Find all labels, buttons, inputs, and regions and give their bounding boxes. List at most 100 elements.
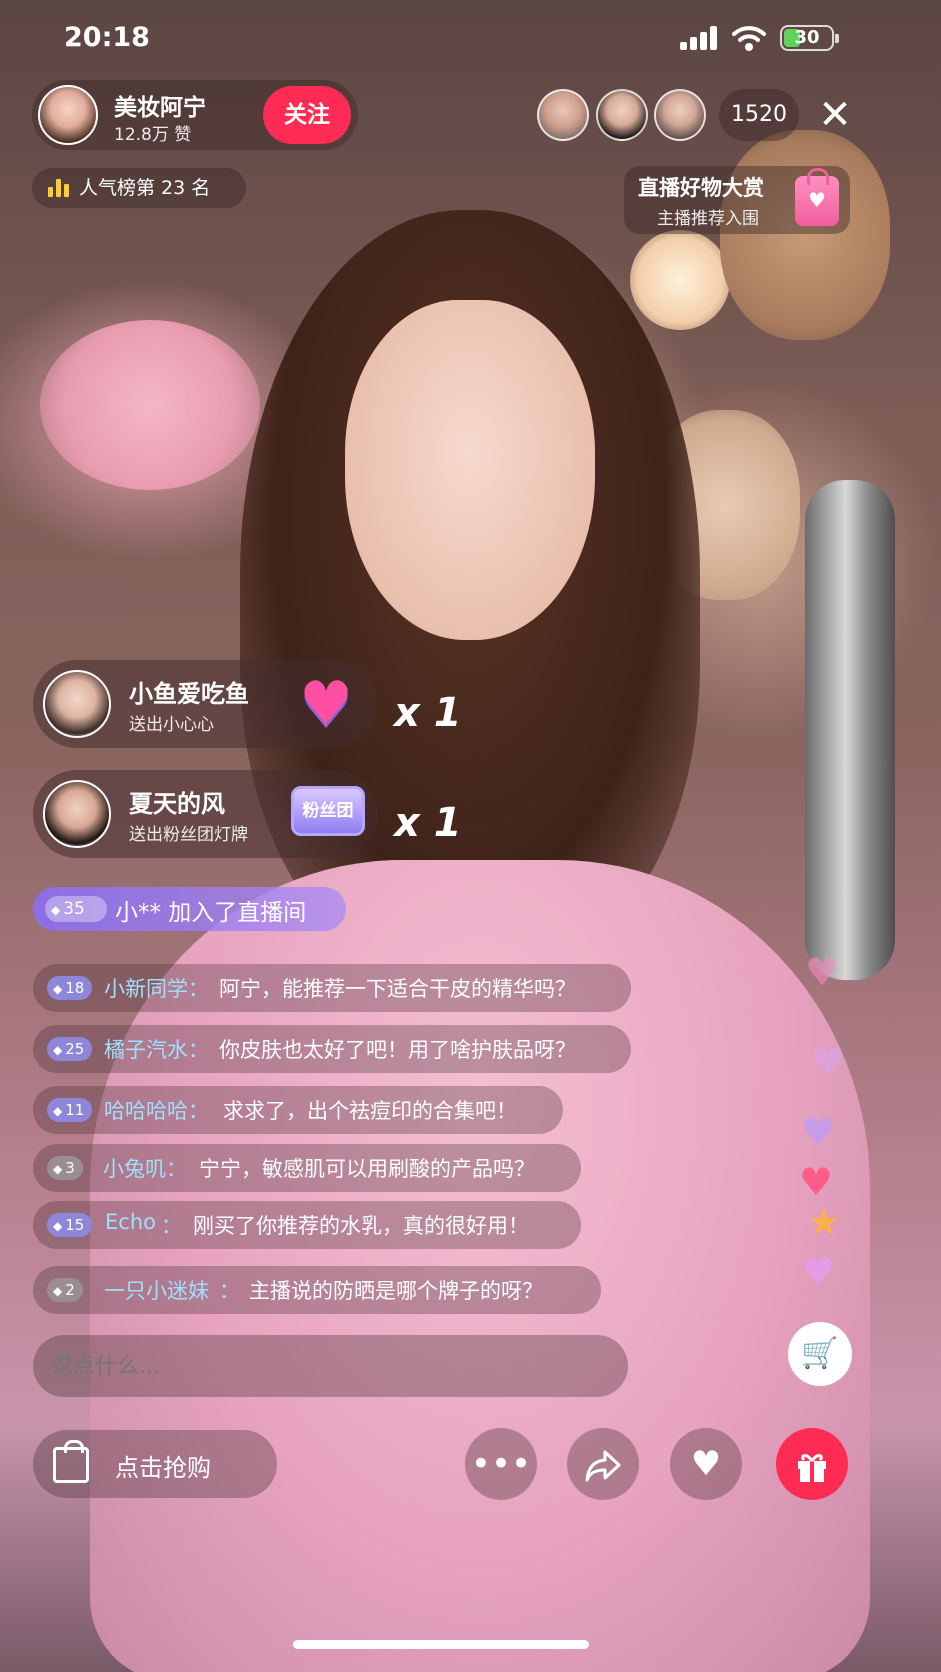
chat-separator: ： — [188, 1099, 209, 1123]
diamond-icon: ◆ — [53, 1284, 63, 1298]
level-badge: ◆ 18 — [47, 976, 93, 1000]
battery-icon: 30 — [780, 25, 839, 51]
fan-badge-icon: 粉丝团 — [291, 786, 365, 836]
shopping-bag-icon — [53, 1440, 89, 1483]
chat-username[interactable]: 哈哈哈哈 — [104, 1095, 188, 1125]
follow-button[interactable]: 关注 — [263, 86, 351, 144]
streamer-face — [345, 300, 595, 640]
chat-message[interactable]: ◆ 18 小新同学 ： 阿宁，能推荐一下适合干皮的精华吗？ — [33, 964, 631, 1012]
level-badge: ◆ 15 — [47, 1213, 93, 1237]
lamp-background — [630, 230, 730, 330]
gift-sender-name: 夏天的风 — [129, 790, 225, 818]
cart-icon[interactable]: 🛒 — [788, 1322, 852, 1386]
diamond-icon: ◆ — [53, 1104, 63, 1118]
chat-text: 宁宁，敏感肌可以用刷酸的产品吗？ — [199, 1157, 535, 1181]
rank-icon — [48, 179, 70, 197]
shop-label: 点击抢购 — [115, 1454, 211, 1482]
viewer-count[interactable]: 1520 — [719, 89, 799, 141]
diamond-icon: ◆ — [53, 1043, 63, 1057]
diamond-icon: ◆ — [53, 982, 63, 996]
chat-message[interactable]: ◆ 25 橘子汽水 ： 你皮肤也太好了吧！用了啥护肤品呀？ — [33, 1025, 631, 1073]
gift-notification: 夏天的风 送出粉丝团灯牌 粉丝团 — [33, 770, 378, 858]
audience-avatar[interactable] — [654, 89, 706, 141]
level-number: 15 — [65, 1216, 85, 1234]
chat-text: 阿宁，能推荐一下适合干皮的精华吗？ — [219, 977, 576, 1001]
status-time: 20:18 — [64, 22, 150, 53]
share-icon[interactable] — [567, 1428, 639, 1500]
promo-subtitle: 主播推荐入围 — [657, 209, 759, 229]
roses-background — [40, 320, 260, 490]
audience-avatar[interactable] — [537, 89, 589, 141]
promo-title: 直播好物大赏 — [638, 176, 764, 200]
heart-icon: ♥ — [801, 1250, 836, 1294]
shopping-bag-icon — [795, 168, 839, 226]
comment-input[interactable] — [33, 1335, 628, 1397]
gift-count: x 1 — [394, 800, 462, 846]
level-number: 2 — [65, 1281, 75, 1299]
host-avatar[interactable] — [38, 85, 98, 145]
chat-separator: ： — [161, 1214, 182, 1238]
gift-action: 送出小心心 — [129, 715, 214, 735]
battery-level: 30 — [794, 27, 820, 48]
gift-sender-name: 小鱼爱吃鱼 — [129, 680, 249, 708]
gift-sender-avatar[interactable] — [43, 670, 111, 738]
chat-username[interactable]: 小兔叽 — [103, 1153, 166, 1183]
signal-icon — [680, 26, 720, 50]
chat-message[interactable]: ◆ 3 小兔叽 ： 宁宁，敏感肌可以用刷酸的产品吗？ — [33, 1144, 581, 1192]
host-likes: 12.8万 赞 — [114, 125, 192, 145]
chat-username[interactable]: Echo — [105, 1210, 156, 1234]
heart-gift-icon: ♥ — [299, 669, 353, 739]
heart-icon: ♥ — [799, 1160, 834, 1204]
diamond-icon: ◆ — [53, 1219, 63, 1233]
join-notice: ◆ 35 小** 加入了直播间 — [33, 887, 346, 931]
gift-sender-avatar[interactable] — [43, 780, 111, 848]
level-number: 11 — [65, 1101, 85, 1119]
level-number: 25 — [65, 1040, 85, 1058]
chat-message[interactable]: ◆ 15 Echo ： 刚买了你推荐的水乳，真的很好用！ — [33, 1201, 581, 1249]
level-badge: ◆ 3 — [47, 1156, 83, 1180]
chat-separator: ： — [188, 1038, 209, 1062]
chat-separator: ： — [188, 977, 209, 1001]
level-number: 18 — [65, 979, 85, 997]
chat-message[interactable]: ◆ 2 一只小迷妹 ： 主播说的防晒是哪个牌子的呀？ — [33, 1266, 601, 1314]
like-icon[interactable]: ♥ — [670, 1428, 742, 1500]
heart-icon: ♥ — [805, 950, 840, 994]
status-bar: 20:18 30 — [0, 0, 941, 80]
gift-notification: 小鱼爱吃鱼 送出小心心 ♥ — [33, 660, 378, 748]
level-number: 3 — [65, 1159, 75, 1177]
diamond-icon: ◆ — [51, 903, 61, 917]
level-badge: ◆ 25 — [47, 1037, 93, 1061]
join-text: 小** 加入了直播间 — [115, 900, 307, 926]
shop-button[interactable]: 点击抢购 — [33, 1430, 277, 1498]
host-card[interactable]: 美妆阿宁 12.8万 赞 关注 — [32, 80, 358, 150]
home-indicator[interactable] — [293, 1640, 589, 1649]
chat-text: 刚买了你推荐的水乳，真的很好用！ — [193, 1214, 529, 1238]
more-icon[interactable]: ••• — [465, 1428, 537, 1500]
star-icon: ★ — [807, 1200, 842, 1244]
teddy-bear-background — [720, 130, 890, 340]
ranking-label: 人气榜第 23 名 — [79, 177, 211, 199]
gift-action: 送出粉丝团灯牌 — [129, 825, 248, 845]
audience-avatar[interactable] — [596, 89, 648, 141]
level-badge: ◆ 11 — [47, 1098, 93, 1122]
live-stream-screen: 20:18 30 美妆阿宁 12.8万 赞 关注 1520 ✕ 人气榜第 23 … — [0, 0, 941, 1672]
wifi-icon — [732, 24, 766, 52]
chat-username[interactable]: 一只小迷妹 — [104, 1275, 209, 1305]
heart-icon: ♥ — [801, 1110, 836, 1154]
floating-hearts: ♥ ♥ ♥ ♥ ★ ♥ — [795, 950, 855, 1340]
diamond-icon: ◆ — [53, 1162, 63, 1176]
chat-message[interactable]: ◆ 11 哈哈哈哈 ： 求求了，出个祛痘印的合集吧！ — [33, 1086, 563, 1134]
level-badge: ◆ 2 — [47, 1278, 83, 1302]
chat-text: 你皮肤也太好了吧！用了啥护肤品呀？ — [219, 1038, 576, 1062]
promo-card[interactable]: 直播好物大赏 主播推荐入围 — [624, 166, 850, 234]
ranking-badge[interactable]: 人气榜第 23 名 — [32, 168, 246, 208]
heart-icon: ♥ — [811, 1040, 846, 1084]
gift-icon[interactable] — [776, 1428, 848, 1500]
close-icon[interactable]: ✕ — [813, 93, 857, 137]
level-number: 35 — [63, 899, 85, 919]
chat-text: 求求了，出个祛痘印的合集吧！ — [223, 1099, 517, 1123]
chat-username[interactable]: 小新同学 — [104, 973, 188, 1003]
level-badge: ◆ 35 — [45, 896, 107, 922]
chat-username[interactable]: 橘子汽水 — [104, 1034, 188, 1064]
chat-text: 主播说的防晒是哪个牌子的呀？ — [249, 1279, 543, 1303]
